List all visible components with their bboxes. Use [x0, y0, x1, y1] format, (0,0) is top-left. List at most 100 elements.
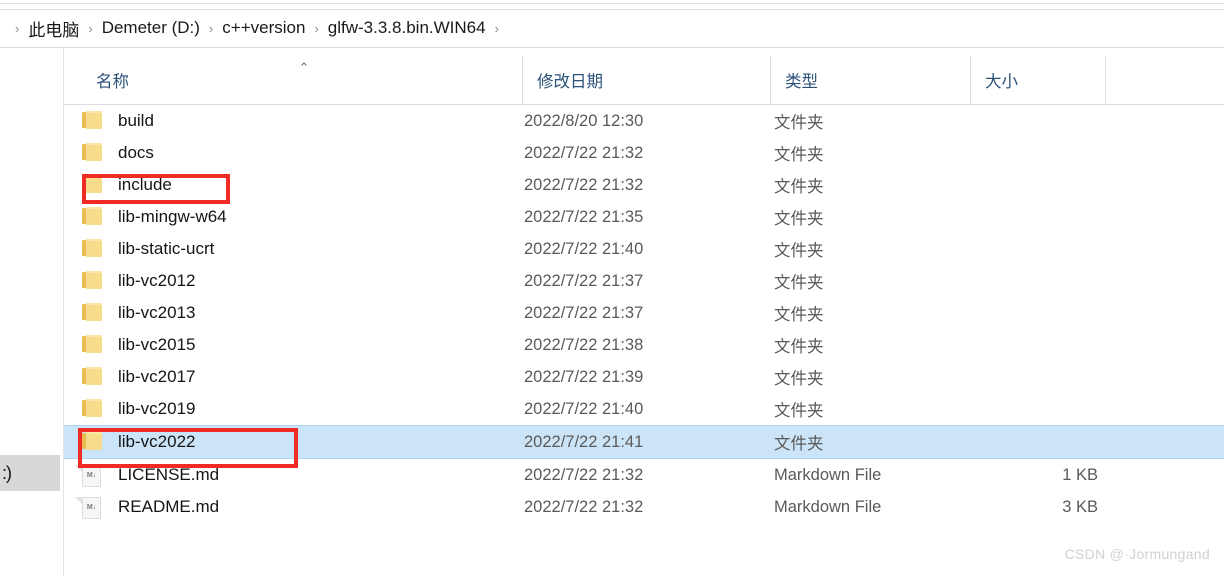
- cell-type: 文件夹: [774, 114, 824, 132]
- cell-name: M↓ LICENSE.md: [75, 459, 522, 491]
- table-row[interactable]: M↓ README.md 2022/7/22 21:32 Markdown File 3…: [64, 491, 1224, 523]
- cell-type: 文件夹: [774, 274, 824, 292]
- cell-date-modified: 2022/7/22 21:40: [524, 239, 644, 258]
- cell-type: 文件夹: [774, 146, 824, 164]
- markdown-file-icon: M↓: [75, 497, 104, 519]
- status-chip: :): [0, 455, 60, 491]
- cell-name: lib-vc2015: [78, 329, 522, 361]
- table-row[interactable]: lib-vc2022 2022/7/22 21:41 文件夹: [64, 425, 1224, 459]
- watermark: CSDN @·Jormungand: [1064, 546, 1210, 562]
- column-header-size[interactable]: 大小: [970, 56, 1105, 104]
- breadcrumb-separator-icon[interactable]: ›: [202, 22, 220, 35]
- breadcrumb-item-cppversion[interactable]: c++version: [220, 17, 307, 39]
- table-row[interactable]: lib-vc2019 2022/7/22 21:40 文件夹: [64, 393, 1224, 425]
- cell-date-modified: 2022/7/22 21:41: [524, 432, 644, 451]
- folder-icon: [82, 367, 104, 387]
- file-name-label: README.md: [118, 497, 220, 516]
- cell-date-modified: 2022/7/22 21:32: [524, 465, 644, 484]
- table-row[interactable]: M↓ LICENSE.md 2022/7/22 21:32 Markdown File…: [64, 459, 1224, 491]
- cell-name: lib-vc2012: [78, 265, 522, 297]
- breadcrumb-item-drive-d[interactable]: Demeter (D:): [100, 17, 202, 39]
- cell-name: lib-vc2019: [78, 393, 522, 425]
- cell-date-modified: 2022/7/22 21:37: [524, 303, 644, 322]
- status-chip-label: :): [2, 462, 12, 483]
- cell-size: [954, 361, 1104, 393]
- folder-icon: [82, 111, 104, 131]
- table-row[interactable]: lib-vc2015 2022/7/22 21:38 文件夹: [64, 329, 1224, 361]
- cell-type: 文件夹: [774, 210, 824, 228]
- folder-icon: [82, 239, 104, 259]
- file-name-label: lib-vc2015: [118, 335, 196, 354]
- table-row[interactable]: build 2022/8/20 12:30 文件夹: [64, 105, 1224, 137]
- cell-size: [954, 265, 1104, 297]
- cell-name: lib-vc2013: [78, 297, 522, 329]
- cell-type: 文件夹: [774, 435, 824, 453]
- cell-date-modified: 2022/7/22 21:32: [524, 143, 644, 162]
- cell-date-modified: 2022/7/22 21:32: [524, 497, 644, 516]
- cell-date-modified: 2022/7/22 21:39: [524, 367, 644, 386]
- table-row[interactable]: lib-vc2013 2022/7/22 21:37 文件夹: [64, 297, 1224, 329]
- column-header-row: ⌃ 名称 修改日期 类型 大小: [64, 56, 1224, 105]
- table-row[interactable]: docs 2022/7/22 21:32 文件夹: [64, 137, 1224, 169]
- file-name-label: lib-mingw-w64: [118, 207, 227, 226]
- cell-size: 1 KB: [1062, 465, 1098, 484]
- file-name-label: lib-vc2017: [118, 367, 196, 386]
- cell-type: Markdown File: [774, 465, 882, 484]
- breadcrumb-separator-trailing-icon[interactable]: ›: [488, 22, 506, 35]
- cell-size: [954, 169, 1104, 201]
- breadcrumb-separator-icon[interactable]: ›: [307, 22, 325, 35]
- cell-size: [954, 427, 1104, 457]
- folder-icon: [82, 303, 104, 323]
- folder-icon: [82, 399, 104, 419]
- cell-name: lib-static-ucrt: [78, 233, 522, 265]
- table-row[interactable]: lib-mingw-w64 2022/7/22 21:35 文件夹: [64, 201, 1224, 233]
- file-name-label: lib-vc2013: [118, 303, 196, 322]
- cell-name: docs: [78, 137, 522, 169]
- cell-name: lib-vc2022: [78, 427, 522, 457]
- file-name-label: lib-vc2022: [118, 432, 196, 451]
- column-header-type[interactable]: 类型: [770, 56, 970, 104]
- cell-size: 3 KB: [1062, 497, 1098, 516]
- cell-date-modified: 2022/7/22 21:32: [524, 175, 644, 194]
- file-name-label: include: [118, 175, 172, 194]
- cell-type: 文件夹: [774, 338, 824, 356]
- column-header-end-divider: [1105, 56, 1107, 104]
- cell-name: build: [78, 105, 522, 137]
- folder-icon: [82, 175, 104, 195]
- cell-name: include: [78, 169, 522, 201]
- cell-date-modified: 2022/7/22 21:38: [524, 335, 644, 354]
- folder-icon: [82, 335, 104, 355]
- cell-type: 文件夹: [774, 402, 824, 420]
- table-row[interactable]: lib-vc2012 2022/7/22 21:37 文件夹: [64, 265, 1224, 297]
- file-name-label: lib-vc2019: [118, 399, 196, 418]
- cell-type: 文件夹: [774, 178, 824, 196]
- cell-size: [954, 137, 1104, 169]
- cell-name: lib-mingw-w64: [78, 201, 522, 233]
- navigation-pane[interactable]: [0, 48, 64, 576]
- cell-size: [954, 329, 1104, 361]
- breadcrumb-separator-icon[interactable]: ›: [81, 22, 99, 35]
- cell-type: Markdown File: [774, 497, 882, 516]
- table-row[interactable]: lib-vc2017 2022/7/22 21:39 文件夹: [64, 361, 1224, 393]
- table-row[interactable]: include 2022/7/22 21:32 文件夹: [64, 169, 1224, 201]
- cell-size: [954, 297, 1104, 329]
- cell-type: 文件夹: [774, 370, 824, 388]
- cell-date-modified: 2022/7/22 21:37: [524, 271, 644, 290]
- folder-icon: [82, 143, 104, 163]
- cell-size: [954, 105, 1104, 137]
- file-name-label: docs: [118, 143, 154, 162]
- column-header-date-modified[interactable]: 修改日期: [522, 56, 770, 104]
- cell-date-modified: 2022/7/22 21:35: [524, 207, 644, 226]
- address-bar[interactable]: › 此电脑 › Demeter (D:) › c++version › glfw…: [0, 10, 1224, 46]
- breadcrumb-item-this-pc[interactable]: 此电脑: [26, 15, 81, 42]
- file-list: build 2022/8/20 12:30 文件夹 docs 2022/7/22 21:…: [64, 105, 1224, 523]
- table-row[interactable]: lib-static-ucrt 2022/7/22 21:40 文件夹: [64, 233, 1224, 265]
- column-header-name[interactable]: 名称: [82, 56, 522, 104]
- breadcrumb-item-glfw[interactable]: glfw-3.3.8.bin.WIN64: [326, 17, 488, 39]
- file-list-pane[interactable]: ⌃ 名称 修改日期 类型 大小 build 2022/8/20 12:30 文件夹 d…: [64, 48, 1224, 576]
- breadcrumb-separator-icon: ›: [15, 20, 20, 36]
- markdown-file-icon: M↓: [75, 465, 104, 487]
- folder-icon: [82, 207, 104, 227]
- folder-icon: [82, 432, 104, 452]
- file-name-label: lib-vc2012: [118, 271, 196, 290]
